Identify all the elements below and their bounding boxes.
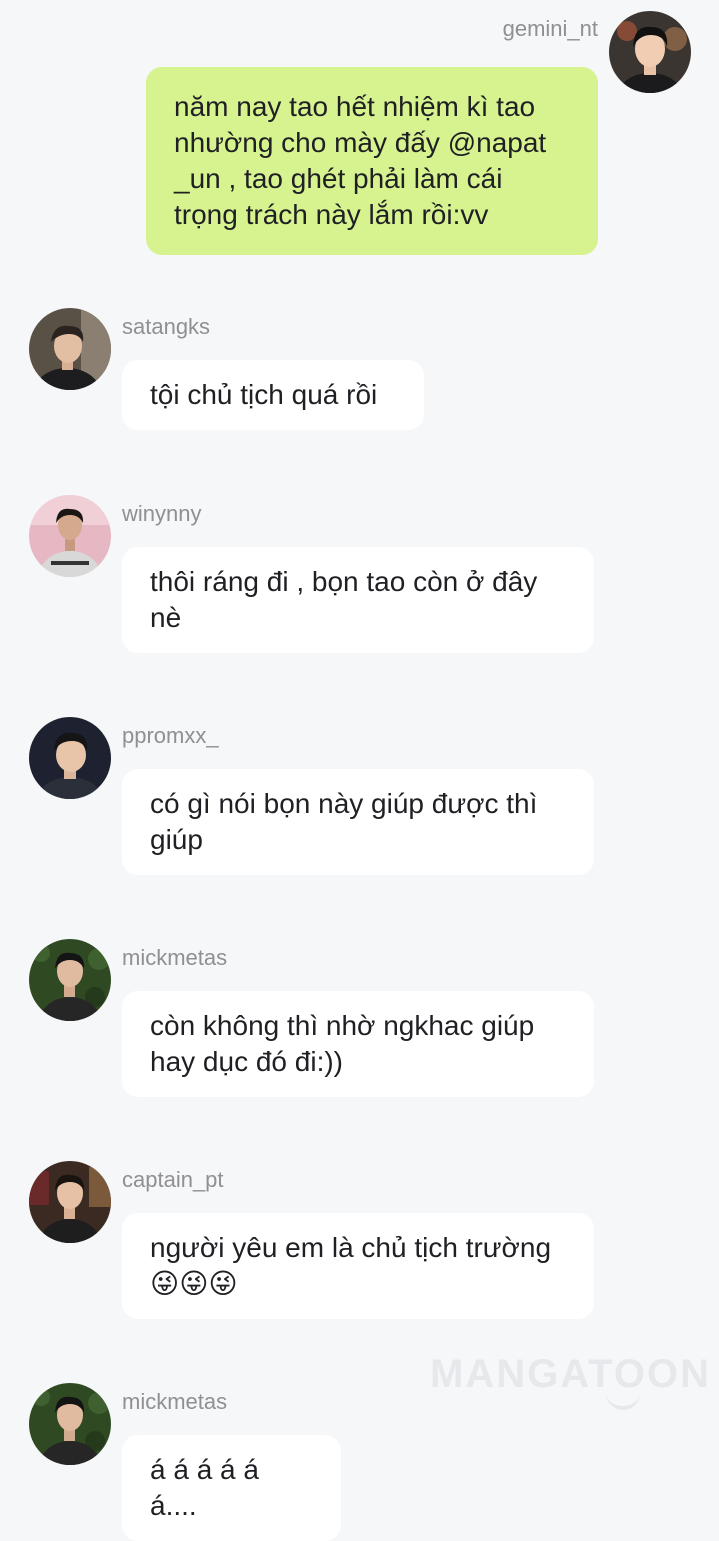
message-username: ppromxx_ bbox=[122, 723, 219, 748]
message-bubble[interactable]: tội chủ tịch quá rồi bbox=[122, 360, 424, 430]
watermark-text: MANGATOON bbox=[430, 1352, 711, 1396]
message-username: captain_pt bbox=[122, 1167, 224, 1192]
avatar[interactable] bbox=[29, 939, 111, 1021]
avatar-photo-icon bbox=[29, 1161, 111, 1243]
avatar[interactable] bbox=[29, 1161, 111, 1243]
message-bubble[interactable]: còn không thì nhờ ngkhac giúp hay dục đó… bbox=[122, 991, 594, 1097]
avatar[interactable] bbox=[29, 717, 111, 799]
avatar[interactable] bbox=[29, 495, 111, 577]
avatar-photo-icon bbox=[29, 939, 111, 1021]
avatar[interactable] bbox=[609, 11, 691, 93]
message-bubble[interactable]: á á á á á á.... bbox=[122, 1435, 341, 1541]
message-username: winynny bbox=[122, 501, 202, 526]
message-bubble[interactable]: người yêu em là chủ tịch trường 😜😜😜 bbox=[122, 1213, 594, 1319]
watermark-smile-icon bbox=[606, 1392, 640, 1410]
avatar-photo-icon bbox=[29, 1383, 111, 1465]
message-username: mickmetas bbox=[122, 1389, 228, 1414]
message-bubble[interactable]: có gì nói bọn này giúp được thì giúp bbox=[122, 769, 594, 875]
avatar[interactable] bbox=[29, 1383, 111, 1465]
avatar[interactable] bbox=[29, 308, 111, 390]
avatar-photo-icon bbox=[29, 717, 111, 799]
avatar-photo-icon bbox=[29, 495, 111, 577]
message-username: gemini_nt bbox=[502, 16, 598, 41]
message-bubble[interactable]: năm nay tao hết nhiệm kì tao nhường cho … bbox=[146, 67, 598, 255]
message-bubble[interactable]: thôi ráng đi , bọn tao còn ở đây nè bbox=[122, 547, 594, 653]
avatar-photo-icon bbox=[609, 11, 691, 93]
avatar-photo-icon bbox=[29, 308, 111, 390]
message-username: satangks bbox=[122, 314, 211, 339]
mangatoon-watermark: MANGATOON bbox=[430, 1352, 709, 1412]
message-username: mickmetas bbox=[122, 945, 228, 970]
